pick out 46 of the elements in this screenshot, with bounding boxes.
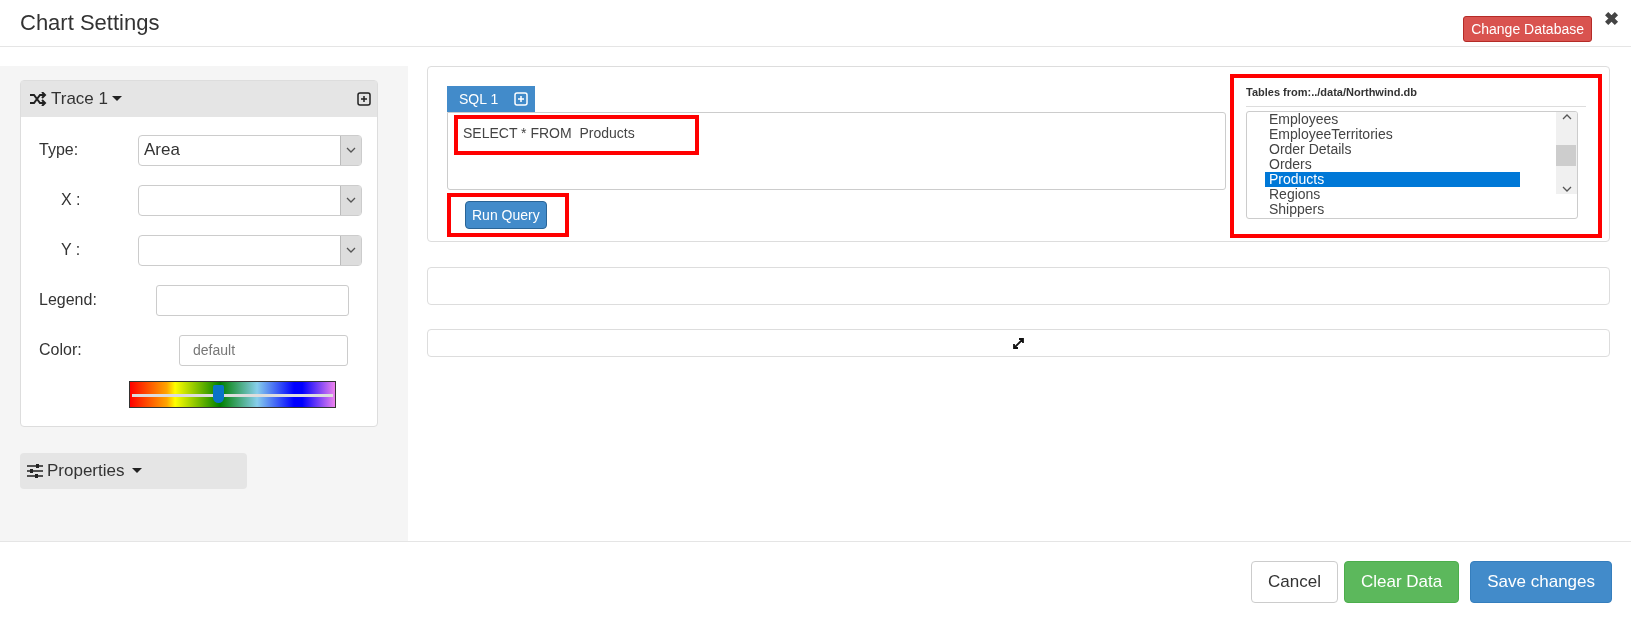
properties-header[interactable]: Properties	[20, 453, 247, 489]
tables-list[interactable]: Employees EmployeeTerritories Order Details Orders Products Regions Shippers	[1246, 111, 1578, 219]
trace-title[interactable]: Trace 1	[51, 89, 108, 109]
table-item[interactable]: Regions	[1265, 187, 1520, 202]
field-label: X :	[61, 191, 82, 209]
chevron-icon	[346, 197, 356, 203]
select-field[interactable]: Area	[138, 134, 362, 166]
footer-button[interactable]: Cancel	[1251, 561, 1338, 603]
chevron-icon	[346, 147, 356, 153]
query-editor[interactable]: SELECT * FROM Products	[447, 112, 1226, 190]
table-item[interactable]: Shippers	[1265, 202, 1520, 217]
change-database-button[interactable]: Change Database	[1463, 16, 1592, 42]
input-field[interactable]	[156, 284, 349, 316]
table-item[interactable]: EmployeeTerritories	[1265, 127, 1520, 142]
tables-title: Tables from:../data/Northwind.db	[1246, 86, 1586, 107]
window-title: Chart Settings	[20, 9, 161, 36]
table-item[interactable]: Orders	[1265, 157, 1520, 172]
input-field[interactable]: default	[179, 334, 348, 366]
select-field[interactable]	[138, 184, 362, 216]
sql-tab[interactable]: SQL 1	[447, 86, 535, 112]
slider-thumb[interactable]	[213, 385, 225, 403]
table-item[interactable]: Products	[1265, 172, 1520, 187]
properties-title: Properties	[47, 461, 125, 481]
expand-icon[interactable]	[1012, 336, 1025, 350]
sliders-icon	[27, 464, 43, 478]
chevron-icon	[346, 247, 356, 253]
select-field[interactable]	[138, 234, 362, 266]
chevron-icon	[1561, 186, 1572, 192]
scrollbar[interactable]	[1556, 112, 1577, 194]
shuffle-icon	[29, 92, 47, 106]
footer-button[interactable]: Save changes	[1470, 561, 1612, 603]
run-query-button[interactable]: Run Query	[465, 201, 547, 229]
caret-icon	[112, 96, 122, 102]
field-label: Legend:	[39, 291, 98, 309]
field-label: Y :	[61, 241, 82, 259]
table-item[interactable]: Employees	[1265, 112, 1520, 127]
query-text: SELECT * FROM Products	[462, 124, 636, 143]
field-label: Type:	[39, 141, 80, 159]
table-item[interactable]: Order Details	[1265, 142, 1520, 157]
close-button[interactable]: ✖	[1604, 8, 1619, 30]
caret-icon	[132, 468, 143, 474]
add-icon[interactable]	[357, 92, 371, 106]
chevron-icon	[1561, 114, 1572, 120]
field-label: Color:	[39, 341, 83, 359]
scrollbar-thumb[interactable]	[1556, 145, 1576, 166]
color-slider[interactable]	[129, 381, 336, 408]
